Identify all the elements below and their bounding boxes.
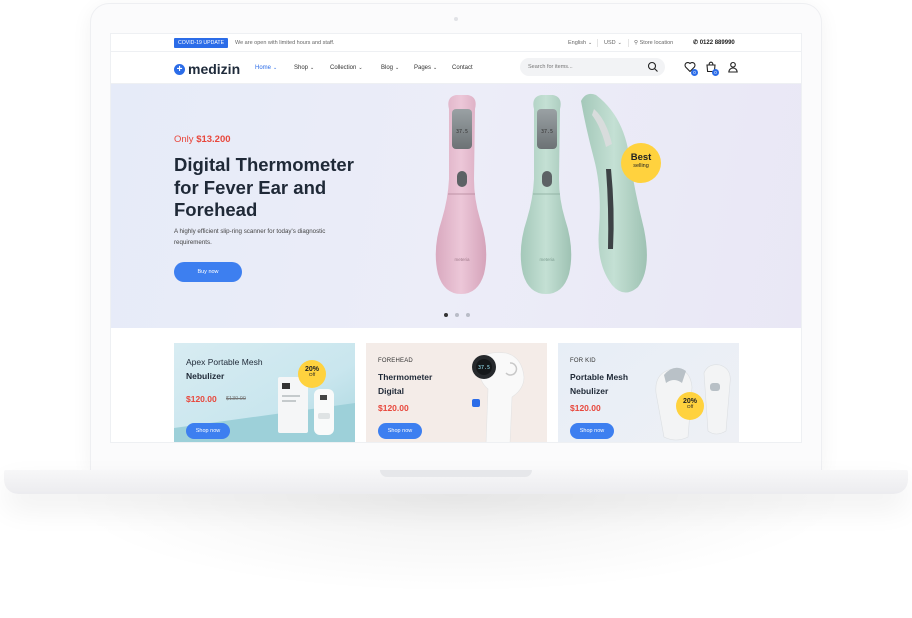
shop-now-button[interactable]: Shop now bbox=[378, 423, 422, 439]
chevron-down-icon: ⌄ bbox=[310, 65, 315, 71]
shop-now-button[interactable]: Shop now bbox=[570, 423, 614, 439]
chevron-down-icon: ⌄ bbox=[588, 40, 593, 46]
search-input[interactable] bbox=[528, 62, 638, 72]
screen: COVID-19 UPDATE We are open with limited… bbox=[110, 33, 802, 443]
discount-badge: 20% Off bbox=[676, 392, 704, 420]
divider bbox=[597, 39, 598, 47]
slide-dot[interactable] bbox=[466, 313, 470, 317]
card-title-line1: Thermometer bbox=[378, 372, 433, 382]
promo-card-nebulizer[interactable]: Apex Portable Mesh Nebulizer $120.00 $13… bbox=[174, 343, 355, 442]
card-title-line2: Digital bbox=[378, 386, 404, 396]
card-title-line1: Apex Portable Mesh bbox=[186, 357, 263, 367]
nav-item-collection[interactable]: Collection ⌄ bbox=[330, 65, 363, 71]
wishlist-count-badge: 0 bbox=[691, 69, 698, 76]
covid-notice: We are open with limited hours and staff… bbox=[235, 40, 335, 46]
forehead-thermometer-image: 37.5 bbox=[472, 352, 525, 442]
promo-card-kid-nebulizer[interactable]: FOR KID Portable Mesh Nebulizer $120.00 … bbox=[558, 343, 739, 442]
card-tag: FOREHEAD bbox=[378, 358, 413, 364]
hero-description: A highly efficient slip-ring scanner for… bbox=[174, 228, 326, 246]
nav-item-contact[interactable]: Contact bbox=[452, 65, 473, 71]
price-value: $13.200 bbox=[196, 134, 231, 145]
card-title-line2: Nebulizer bbox=[186, 371, 225, 381]
discount-value: 20% bbox=[682, 398, 697, 405]
plus-icon: + bbox=[174, 63, 185, 75]
discount-value: 20% bbox=[304, 366, 319, 373]
laptop-mockup: COVID-19 UPDATE We are open with limited… bbox=[0, 0, 912, 618]
chevron-down-icon: ⌄ bbox=[433, 65, 438, 71]
card-price: $120.00 bbox=[186, 394, 217, 404]
svg-text:37.5: 37.5 bbox=[541, 129, 553, 135]
buy-now-button[interactable]: Buy now bbox=[174, 262, 242, 282]
phone-label: 0122 889990 bbox=[699, 40, 735, 46]
slide-dot[interactable] bbox=[444, 313, 448, 317]
nav-label: Pages bbox=[414, 65, 432, 71]
promo-card-thermometer[interactable]: FOREHEAD Thermometer Digital $120.00 37.… bbox=[366, 343, 547, 442]
laptop-notch bbox=[380, 470, 532, 477]
slider-pagination bbox=[442, 313, 472, 319]
chevron-down-icon: ⌄ bbox=[358, 65, 363, 71]
logo[interactable]: + medizin bbox=[174, 61, 240, 77]
hero-title: Digital Thermometer for Fever Ear and Fo… bbox=[174, 154, 354, 220]
discount-label: Off bbox=[308, 373, 316, 378]
main-nav: + medizin Home ⌄ Shop ⌄ Collection ⌄ Blog ⌄ … bbox=[111, 53, 801, 84]
laptop-shadow bbox=[60, 494, 852, 594]
chevron-down-icon: ⌄ bbox=[273, 65, 278, 71]
nav-label: Blog bbox=[381, 65, 394, 71]
currency-select[interactable]: USD ⌄ bbox=[604, 40, 622, 46]
svg-text:37.5: 37.5 bbox=[456, 129, 468, 135]
camera-icon bbox=[454, 17, 458, 21]
device-brand-label: meteria bbox=[454, 257, 470, 262]
phone-number[interactable]: ✆ 0122 889990 bbox=[693, 39, 735, 46]
search-box bbox=[520, 58, 665, 76]
chevron-down-icon: ⌄ bbox=[395, 65, 400, 71]
badge-line2: selling bbox=[633, 163, 649, 169]
language-label: English bbox=[568, 40, 587, 46]
nav-label: Home bbox=[255, 65, 272, 71]
nav-item-blog[interactable]: Blog ⌄ bbox=[381, 65, 399, 71]
divider bbox=[628, 39, 629, 47]
nav-label: Collection bbox=[330, 65, 357, 71]
chevron-down-icon: ⌄ bbox=[617, 40, 622, 46]
discount-label: Off bbox=[686, 405, 694, 410]
search-icon[interactable] bbox=[647, 61, 659, 73]
user-icon[interactable] bbox=[727, 61, 739, 73]
device-brand-label: meteria bbox=[539, 257, 555, 262]
cart-count-badge: 0 bbox=[712, 69, 719, 76]
nav-label: Shop bbox=[294, 65, 309, 71]
badge-line1: Best bbox=[630, 152, 652, 163]
discount-badge: 20% Off bbox=[298, 360, 326, 388]
store-location-link[interactable]: ⚲ Store location bbox=[634, 40, 673, 46]
language-select[interactable]: English ⌄ bbox=[568, 40, 592, 46]
logo-text: medizin bbox=[188, 61, 241, 77]
card-tag: FOR KID bbox=[570, 358, 596, 364]
covid-badge[interactable]: COVID-19 UPDATE bbox=[174, 38, 229, 48]
slide-dot[interactable] bbox=[455, 313, 459, 317]
thermometer-reading: 37.5 bbox=[478, 365, 490, 371]
nav-item-home[interactable]: Home ⌄ bbox=[255, 65, 277, 71]
nav-item-shop[interactable]: Shop ⌄ bbox=[294, 65, 314, 71]
price-prefix: Only bbox=[174, 134, 194, 145]
card-price: $120.00 bbox=[378, 403, 409, 413]
nav-item-pages[interactable]: Pages ⌄ bbox=[414, 65, 437, 71]
shop-now-button[interactable]: Shop now bbox=[186, 423, 230, 439]
card-price: $120.00 bbox=[570, 403, 601, 413]
hero-price: Only $13.200 bbox=[174, 134, 231, 145]
currency-label: USD bbox=[604, 40, 616, 46]
nav-label: Contact bbox=[452, 65, 473, 71]
store-location-label: Store location bbox=[639, 40, 674, 46]
pin-icon: ⚲ bbox=[634, 40, 639, 46]
thermometer-devices-image: 37.5 meteria 37.5 meteria bbox=[435, 93, 647, 294]
best-selling-badge: Best selling bbox=[621, 143, 661, 183]
hero-slider: Only $13.200 Digital Thermometer for Fev… bbox=[111, 84, 801, 328]
top-bar: COVID-19 UPDATE We are open with limited… bbox=[111, 34, 801, 52]
card-title-line2: Nebulizer bbox=[570, 386, 609, 396]
phone-icon: ✆ bbox=[693, 40, 699, 46]
card-title-line1: Portable Mesh bbox=[570, 372, 629, 382]
card-old-price: $130.00 bbox=[226, 396, 246, 402]
